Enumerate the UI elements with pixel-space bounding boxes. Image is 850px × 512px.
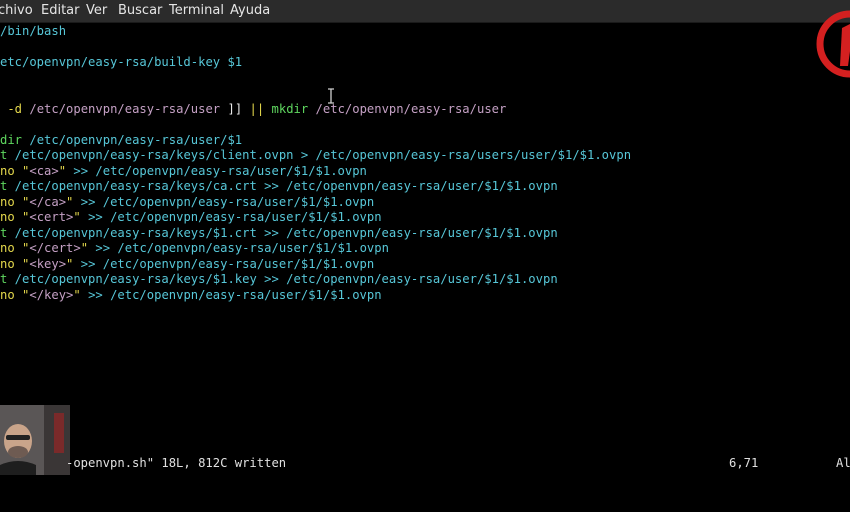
editor-line: t /etc/openvpn/easy-rsa/keys/client.ovpn… — [0, 148, 632, 162]
menu-ver[interactable]: Ver — [86, 3, 107, 18]
editor-line: etc/openvpn/easy-rsa/build-key $1 — [0, 55, 243, 69]
menu-terminal[interactable]: Terminal — [169, 3, 224, 18]
terminal-editor[interactable]: /bin/bash etc/openvpn/easy-rsa/build-key … — [0, 24, 850, 452]
channel-logo-icon — [816, 10, 850, 78]
editor-line: t /etc/openvpn/easy-rsa/keys/$1.crt >> /… — [0, 225, 558, 240]
menu-bar: chivo Editar Ver Buscar Terminal Ayuda — [0, 0, 850, 23]
editor-line: /bin/bash — [0, 24, 67, 38]
editor-line: dir /etc/openvpn/easy-rsa/user/$1 — [0, 132, 243, 147]
editor-line: no "<cert>" >> /etc/openvpn/easy-rsa/use… — [0, 210, 382, 224]
editor-line: no "<key>" >> /etc/openvpn/easy-rsa/user… — [0, 256, 375, 271]
status-bar: -openvpn.sh" 18L, 812C written 6,71 Al — [0, 456, 850, 472]
editor-line: t /etc/openvpn/easy-rsa/keys/ca.crt >> /… — [0, 179, 558, 193]
editor-line: no "</ca>" >> /etc/openvpn/easy-rsa/user… — [0, 194, 375, 209]
cursor-position: 6,71 — [729, 456, 759, 470]
status-message: -openvpn.sh" 18L, 812C written — [66, 456, 287, 470]
editor-line: no "</cert>" >> /etc/openvpn/easy-rsa/us… — [0, 241, 389, 255]
editor-line: no "</key>" >> /etc/openvpn/easy-rsa/use… — [0, 287, 382, 302]
menu-editar[interactable]: Editar — [41, 3, 80, 18]
menu-archivo[interactable]: chivo — [0, 3, 33, 18]
menu-buscar[interactable]: Buscar — [118, 3, 162, 18]
editor-line: no "<ca>" >> /etc/openvpn/easy-rsa/user/… — [0, 163, 367, 178]
editor-line: -d /etc/openvpn/easy-rsa/user ]] || mkdi… — [0, 101, 507, 116]
scroll-indicator: Al — [836, 456, 850, 470]
editor-line: t /etc/openvpn/easy-rsa/keys/$1.key >> /… — [0, 272, 558, 286]
text-cursor-icon — [328, 88, 334, 104]
menu-ayuda[interactable]: Ayuda — [230, 3, 270, 18]
